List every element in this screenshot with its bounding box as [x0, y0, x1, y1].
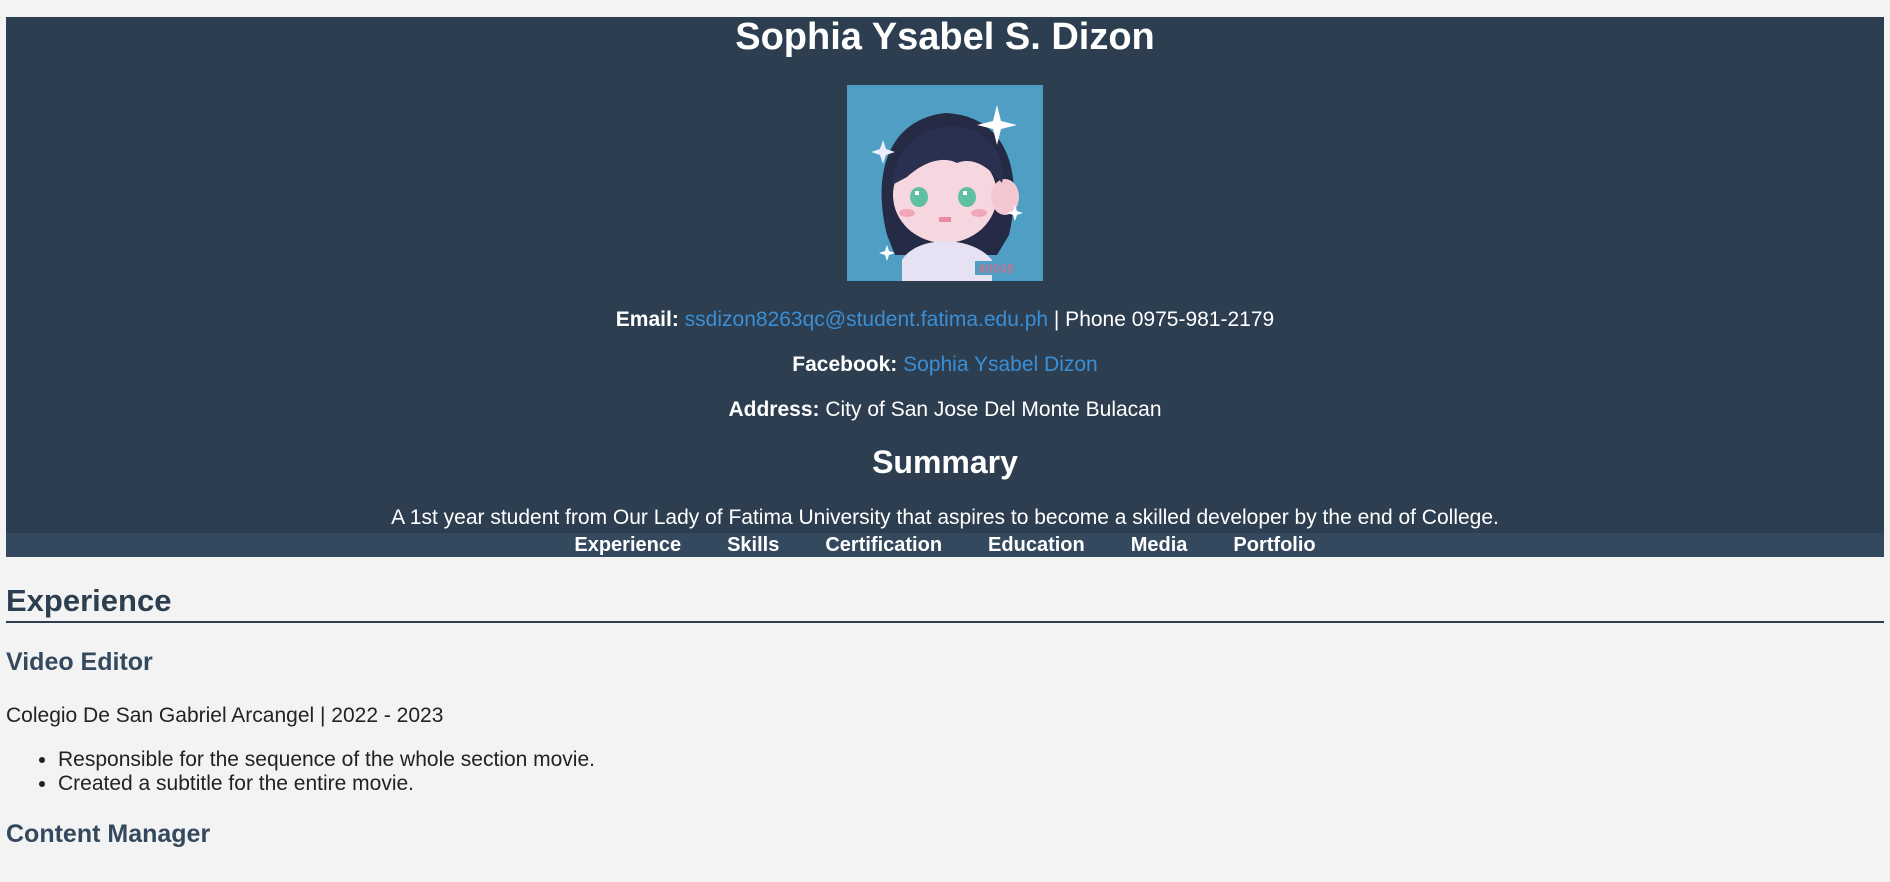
nav-experience[interactable]: Experience [574, 533, 681, 557]
facebook-label: Facebook: [792, 353, 898, 376]
nav-skills[interactable]: Skills [727, 533, 779, 557]
email-label: Email: [615, 308, 679, 331]
avatar-container: #0048 [6, 85, 1884, 281]
job-meta: Colegio De San Gabriel Arcangel | 2022 -… [6, 704, 444, 727]
nav-certification[interactable]: Certification [825, 533, 942, 557]
address-label: Address: [728, 398, 820, 421]
list-item: Created a subtitle for the entire movie. [58, 772, 1884, 796]
nav-education[interactable]: Education [988, 533, 1085, 557]
page: Sophia Ysabel S. Dizon #0048 Email: ssdi… [0, 0, 1890, 848]
phone-text: | Phone 0975-981-2179 [1048, 308, 1275, 331]
email-link[interactable]: ssdizon8263qc@student.fatima.edu.ph [685, 308, 1048, 331]
experience-title: Experience [6, 583, 1884, 623]
nav-portfolio[interactable]: Portfolio [1233, 533, 1315, 557]
contact-facebook-line: Facebook: Sophia Ysabel Dizon [6, 353, 1884, 377]
avatar: #0048 [847, 85, 1043, 281]
facebook-link[interactable]: Sophia Ysabel Dizon [903, 353, 1098, 376]
summary-text: A 1st year student from Our Lady of Fati… [391, 506, 1499, 529]
contact-address-line: Address: City of San Jose Del Monte Bula… [6, 398, 1884, 422]
section-nav: Experience Skills Certification Educatio… [6, 533, 1884, 557]
profile-name: Sophia Ysabel S. Dizon [735, 16, 1155, 58]
profile-header: Sophia Ysabel S. Dizon #0048 Email: ssdi… [6, 17, 1884, 557]
svg-text:#0048: #0048 [978, 262, 1014, 276]
summary-title: Summary [872, 444, 1018, 480]
address-text: City of San Jose Del Monte Bulacan [825, 398, 1162, 421]
duty-list: Responsible for the sequence of the whol… [6, 748, 1884, 796]
experience-section: Experience Video Editor Colegio De San G… [6, 557, 1884, 848]
list-item: Responsible for the sequence of the whol… [58, 748, 1884, 772]
nav-media[interactable]: Media [1131, 533, 1188, 557]
job-title: Video Editor [6, 648, 153, 676]
job-title: Content Manager [6, 820, 211, 848]
contact-email-line: Email: ssdizon8263qc@student.fatima.edu.… [6, 308, 1884, 332]
